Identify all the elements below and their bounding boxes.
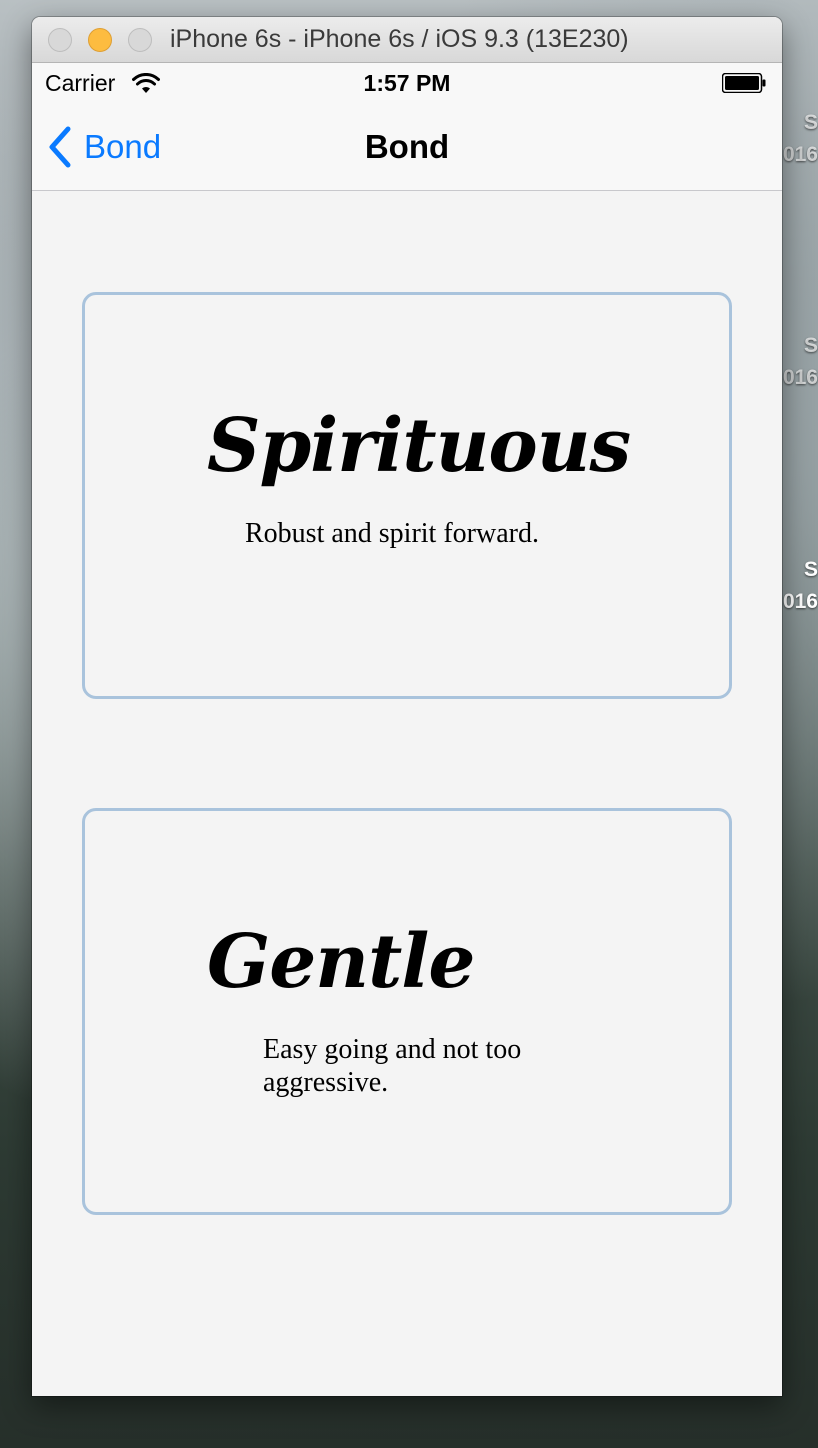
card-description: Robust and spirit forward. — [245, 518, 539, 549]
status-time: 1:57 PM — [363, 70, 451, 96]
desktop-label-line: S — [803, 111, 818, 134]
close-window-button[interactable] — [48, 28, 72, 52]
option-card-spirituous[interactable]: Spirituous Robust and spirit forward. — [82, 292, 732, 699]
card-title: Gentle — [207, 919, 475, 1005]
card-description: Easy going and not too aggressive. — [263, 1034, 522, 1098]
ios-screen: Carrier 1:57 PM Bond Bond Spirituous Rob… — [32, 63, 782, 1396]
minimize-window-button[interactable] — [88, 28, 112, 52]
desktop-icon-label[interactable]: S 016 — [778, 330, 818, 394]
desktop-icon-label[interactable]: S 016 — [778, 554, 818, 618]
desktop-icon-label[interactable]: S 016 — [778, 107, 818, 171]
window-title: iPhone 6s - iPhone 6s / iOS 9.3 (13E230) — [170, 25, 629, 53]
status-bar: Carrier 1:57 PM — [32, 63, 782, 103]
battery-icon — [722, 73, 766, 93]
desktop-label-line: 016 — [782, 590, 818, 613]
page-title: Bond — [364, 128, 450, 165]
desktop-label-line: 016 — [782, 366, 818, 389]
card-title: Spirituous — [207, 403, 631, 489]
desktop-label-line: S — [803, 334, 818, 357]
simulator-window: iPhone 6s - iPhone 6s / iOS 9.3 (13E230)… — [32, 17, 782, 1396]
desktop-label-line: 016 — [782, 143, 818, 166]
option-card-gentle[interactable]: Gentle Easy going and not too aggressive… — [82, 808, 732, 1215]
desktop-label-line: S — [803, 558, 818, 581]
navigation-bar: Bond Bond — [32, 103, 782, 191]
zoom-window-button[interactable] — [128, 28, 152, 52]
window-titlebar[interactable]: iPhone 6s - iPhone 6s / iOS 9.3 (13E230) — [32, 17, 782, 63]
